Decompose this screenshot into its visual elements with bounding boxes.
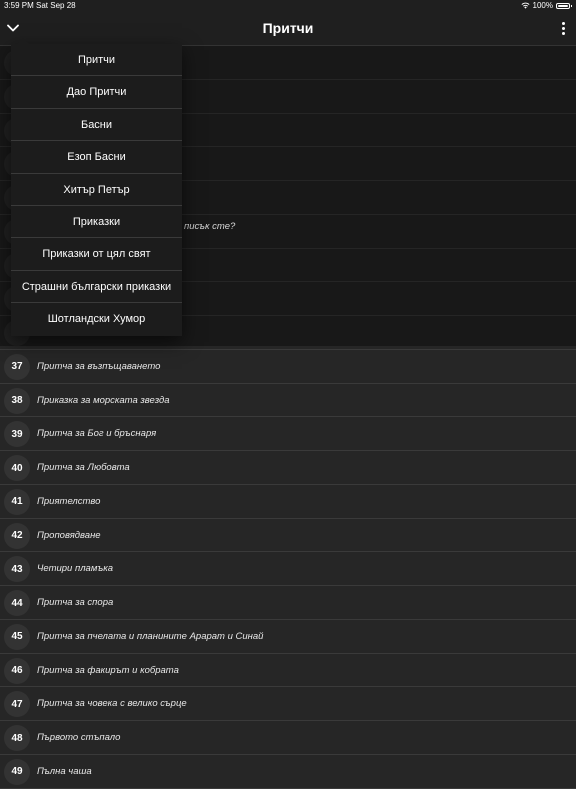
row-number-badge: 49 — [4, 758, 30, 785]
list-item[interactable]: 42 Проповядване — [0, 519, 576, 553]
category-dropdown-menu: Притчи Дао Притчи Басни Езоп Басни Хитър Пет… — [11, 38, 182, 336]
row-number-badge: 40 — [4, 455, 30, 481]
row-title: Притча за човека с велико сърце — [37, 698, 187, 710]
row-title: Приказка за морската звезда — [37, 394, 170, 406]
row-number-badge: 43 — [4, 556, 30, 583]
more-dot-icon — [561, 26, 565, 30]
dropdown-item[interactable]: Езоп Басни — [11, 141, 182, 174]
row-title: Притча за пчелата и планините Арарат и С… — [37, 630, 264, 642]
row-title: Проповядване — [37, 529, 101, 541]
status-time: 3:59 PM — [4, 1, 34, 10]
dropdown-item[interactable]: Приказки от цял свят — [11, 238, 182, 271]
row-number-badge: 38 — [4, 387, 30, 414]
row-number-badge: 37 — [4, 353, 30, 380]
list-item[interactable]: 44 Притча за спора — [0, 586, 576, 620]
list-item[interactable]: 49 Пълна чаша — [0, 755, 576, 789]
list-item[interactable]: 40 Притча за Любовта — [0, 451, 576, 485]
row-number-badge: 44 — [4, 590, 30, 616]
battery-percent: 100% — [532, 1, 553, 10]
row-title: Притча за факирът и кобрата — [37, 664, 179, 676]
partially-hidden-title: писък сте? — [184, 221, 236, 232]
row-title: Пълна чаша — [37, 765, 92, 777]
row-title: Приятелство — [37, 495, 101, 507]
battery-icon — [556, 2, 572, 9]
row-number-badge: 42 — [4, 522, 30, 549]
list-item[interactable]: 39 Притча за Бог и бръснаря — [0, 417, 576, 451]
more-options-button[interactable] — [558, 19, 568, 37]
dropdown-item[interactable]: Дао Притчи — [11, 76, 182, 109]
list-item[interactable]: 45 Притча за пчелата и планините Арарат и… — [0, 620, 576, 654]
list-item[interactable]: 47 Притча за човека с велико сърце — [0, 687, 576, 721]
list-item[interactable]: 46 Притча за факирът и кобрата — [0, 654, 576, 688]
list-item[interactable]: 48 Първото стъпало — [0, 721, 576, 755]
status-bar: 3:59 PM Sat Sep 28 100% — [0, 0, 576, 11]
dropdown-item[interactable]: Басни — [11, 109, 182, 142]
navigation-bar: Притчи — [0, 11, 576, 46]
dropdown-item[interactable]: Приказки — [11, 206, 182, 239]
list-item[interactable]: 38 Приказка за морската звезда — [0, 384, 576, 418]
list-item[interactable]: 37 Притча за възпъщаването — [0, 350, 576, 384]
dropdown-item[interactable]: Шотландски Хумор — [11, 303, 182, 335]
row-title: Четири пламъка — [37, 563, 114, 575]
dropdown-item[interactable]: Хитър Петър — [11, 174, 182, 206]
row-title: Притча за Любовта — [37, 462, 130, 473]
wifi-icon — [521, 2, 530, 9]
row-number-badge: 46 — [4, 657, 30, 684]
row-title: Притча за Бог и бръснаря — [37, 428, 157, 440]
row-title: Притча за възпъщаването — [37, 360, 161, 372]
row-number-badge: 39 — [4, 421, 30, 448]
row-number-badge: 48 — [4, 725, 30, 751]
dropdown-item[interactable]: Притчи — [11, 44, 182, 77]
list-item[interactable]: 41 Приятелство — [0, 485, 576, 519]
status-date: Sat Sep 28 — [36, 1, 76, 10]
dropdown-item[interactable]: Страшни български приказки — [11, 271, 182, 304]
row-title: Първото стъпало — [37, 732, 121, 743]
more-dot-icon — [561, 31, 565, 35]
page-title: Притчи — [262, 20, 314, 36]
list-item[interactable]: 43 Четири пламъка — [0, 552, 576, 586]
row-number-badge: 45 — [4, 623, 30, 650]
status-indicators: 100% — [521, 1, 572, 10]
more-dot-icon — [561, 21, 565, 25]
row-title: Притча за спора — [37, 597, 114, 608]
row-number-badge: 41 — [4, 488, 30, 515]
row-number-badge: 47 — [4, 691, 30, 718]
